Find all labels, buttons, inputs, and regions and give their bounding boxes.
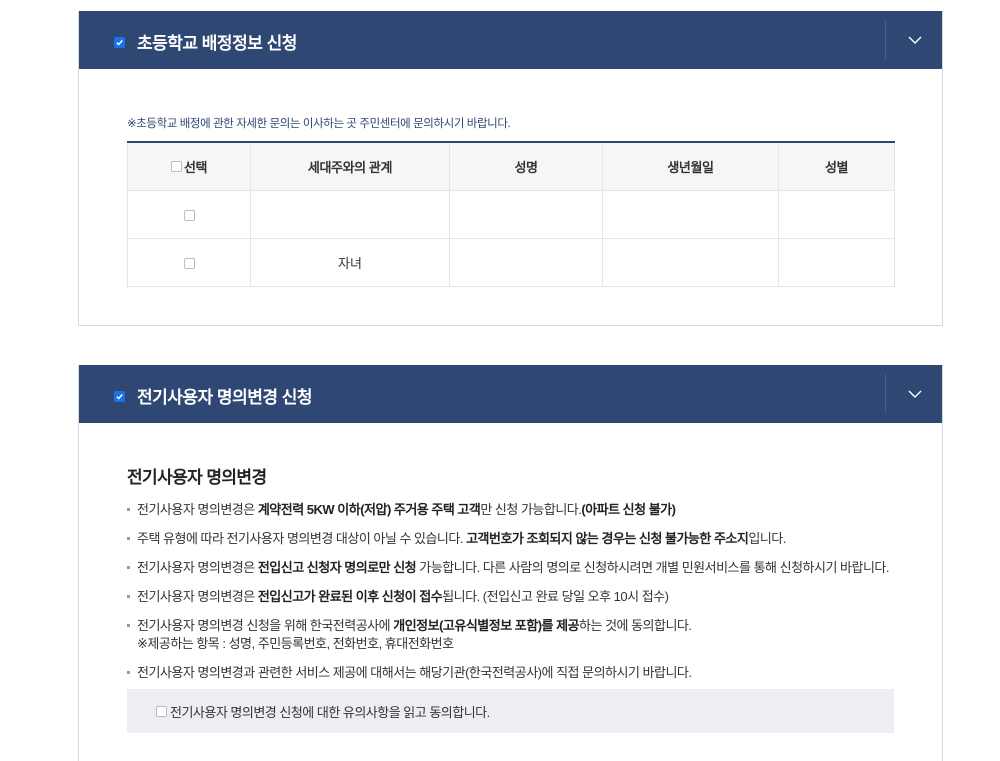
relation-cell: 자녀	[250, 237, 450, 287]
gender-cell	[778, 237, 895, 287]
section-heading: 전기사용자 명의변경	[127, 468, 267, 487]
list-item: 전기사용자 명의변경은 전입신고 신청자 명의로만 신청 가능합니다. 다른 사…	[127, 559, 907, 577]
panel-header[interactable]: 초등학교 배정정보 신청	[79, 11, 942, 69]
chevron-down-icon[interactable]	[904, 385, 926, 403]
name-cell	[449, 237, 603, 287]
header-divider	[885, 374, 886, 414]
birth-cell	[602, 237, 779, 287]
table-row	[127, 189, 895, 238]
th-select: 선택	[127, 141, 251, 190]
member-table: 선택 세대주와의 관계 성명 생년월일 성별 자녀	[127, 141, 895, 287]
table-header-row: 선택 세대주와의 관계 성명 생년월일 성별	[127, 141, 895, 190]
table-row: 자녀	[127, 237, 895, 287]
th-birth: 생년월일	[602, 141, 779, 190]
panel-title: 전기사용자 명의변경 신청	[137, 388, 313, 407]
checked-checkbox-icon[interactable]	[114, 391, 125, 402]
checked-checkbox-icon[interactable]	[114, 37, 125, 48]
list-item: 전기사용자 명의변경은 계약전력 5KW 이하(저압) 주거용 주택 고객만 신…	[127, 501, 907, 519]
name-cell	[449, 189, 603, 238]
elementary-school-panel: 초등학교 배정정보 신청 ※초등학교 배정에 관한 자세한 문의는 이사하는 곳…	[78, 11, 943, 326]
agree-box[interactable]: 전기사용자 명의변경 신청에 대한 유의사항을 읽고 동의합니다.	[127, 689, 894, 733]
th-name: 성명	[449, 141, 603, 190]
relation-cell	[250, 189, 450, 238]
gender-cell	[778, 189, 895, 238]
row-checkbox[interactable]	[183, 209, 195, 221]
th-relation: 세대주와의 관계	[250, 141, 450, 190]
panel-header[interactable]: 전기사용자 명의변경 신청	[79, 365, 942, 423]
th-gender: 성별	[778, 141, 895, 190]
row-select-cell	[127, 189, 251, 238]
row-select-cell	[127, 237, 251, 287]
select-all-checkbox[interactable]	[170, 160, 182, 172]
th-select-label: 선택	[183, 159, 208, 175]
row-checkbox[interactable]	[183, 257, 195, 269]
list-item: 전기사용자 명의변경은 전입신고가 완료된 이후 신청이 접수됩니다. (전입신…	[127, 588, 907, 606]
agree-checkbox[interactable]	[156, 705, 167, 717]
sub-note: ※제공하는 항목 : 성명, 주민등록번호, 전화번호, 휴대전화번호	[137, 636, 454, 651]
birth-cell	[602, 189, 779, 238]
notice-list: 전기사용자 명의변경은 계약전력 5KW 이하(저압) 주거용 주택 고객만 신…	[127, 501, 907, 682]
notice-text: ※초등학교 배정에 관한 자세한 문의는 이사하는 곳 주민센터에 문의하시기 …	[127, 118, 511, 130]
panel-title: 초등학교 배정정보 신청	[137, 34, 297, 53]
header-divider	[885, 20, 886, 60]
list-item: 전기사용자 명의변경과 관련한 서비스 제공에 대해서는 해당기관(한국전력공사…	[127, 664, 907, 682]
electricity-transfer-panel: 전기사용자 명의변경 신청 전기사용자 명의변경 전기사용자 명의변경은 계약전…	[78, 365, 943, 761]
list-item: 전기사용자 명의변경 신청을 위해 한국전력공사에 개인정보(고유식별정보 포함…	[127, 617, 907, 653]
list-item: 주택 유형에 따라 전기사용자 명의변경 대상이 아닐 수 있습니다. 고객번호…	[127, 530, 907, 548]
agree-label: 전기사용자 명의변경 신청에 대한 유의사항을 읽고 동의합니다.	[170, 704, 490, 720]
chevron-down-icon[interactable]	[904, 31, 926, 49]
